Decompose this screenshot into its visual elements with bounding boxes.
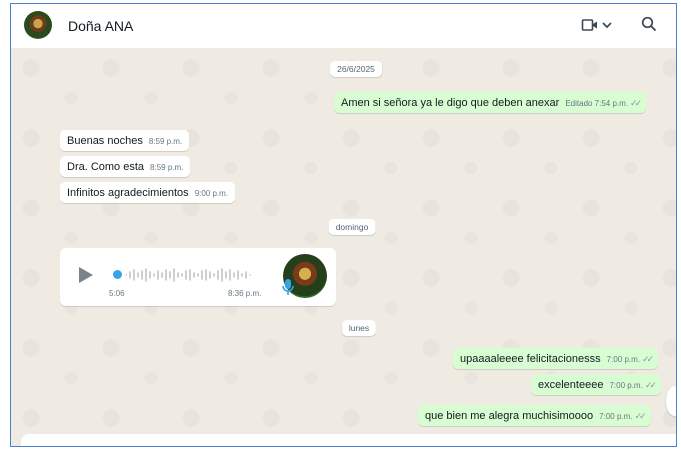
message-meta: 8:59 p.m.	[150, 163, 184, 172]
message-text: Amen si señora ya le digo que deben anex…	[341, 97, 560, 109]
date-divider: lunes	[341, 320, 377, 336]
message-text: upaaaaleeee felicitacionesss	[460, 353, 601, 365]
message-text: excelenteeee	[538, 379, 604, 391]
date-divider: domingo	[328, 219, 376, 235]
message-list[interactable]: 26/6/2025 Amen si señora ya le digo que …	[11, 48, 676, 446]
chevron-down-icon[interactable]	[601, 18, 613, 36]
microphone-icon	[281, 278, 295, 301]
read-receipt-icon: ✓✓	[642, 354, 654, 364]
message-meta: 9:00 p.m.	[194, 189, 229, 198]
contact-name[interactable]: Doña ANA	[68, 18, 133, 34]
contact-avatar[interactable]	[24, 11, 52, 39]
video-call-icon[interactable]	[581, 17, 599, 38]
chat-header: Doña ANA	[11, 4, 676, 48]
message-incoming[interactable]: Infinitos agradecimientos 9:00 p.m.	[60, 182, 236, 203]
message-text: Dra. Como esta	[67, 161, 145, 173]
message-outgoing[interactable]: Amen si señora ya le digo que deben anex…	[334, 92, 647, 113]
read-receipt-icon: ✓✓	[630, 98, 642, 108]
message-incoming[interactable]: Buenas noches 8:59 p.m.	[60, 130, 190, 151]
message-meta: 7:00 p.m.	[609, 381, 643, 390]
message-meta: Editado 7:54 p.m.	[565, 99, 629, 108]
voice-message[interactable]: 5:06 8:36 p.m.	[60, 248, 336, 306]
voice-timestamp: 8:36 p.m.	[228, 289, 262, 298]
chat-window: Doña ANA 26/6/2025 Amen si señora ya le …	[10, 3, 677, 447]
search-icon[interactable]	[641, 16, 657, 37]
message-text: que bien me alegra muchisimoooo	[425, 410, 594, 422]
read-receipt-icon: ✓✓	[644, 380, 657, 390]
date-divider: 26/6/2025	[330, 61, 382, 77]
message-incoming[interactable]: Dra. Como esta 8:59 p.m.	[60, 156, 191, 177]
message-text: Buenas noches	[67, 135, 143, 147]
message-text: Infinitos agradecimientos	[67, 187, 189, 199]
message-meta: 7:00 p.m.	[599, 412, 633, 421]
message-meta: 7:00 p.m.	[606, 355, 641, 364]
scroll-down-button[interactable]	[666, 386, 676, 416]
voice-duration: 5:06	[109, 289, 125, 298]
read-receipt-icon: ✓✓	[634, 411, 647, 421]
playback-position[interactable]	[113, 270, 122, 279]
message-outgoing[interactable]: excelenteeee 7:00 p.m. ✓✓	[531, 374, 661, 395]
message-outgoing[interactable]: que bien me alegra muchisimoooo 7:00 p.m.…	[418, 405, 651, 426]
message-composer[interactable]	[21, 434, 676, 446]
waveform[interactable]	[124, 267, 254, 283]
play-icon[interactable]	[78, 266, 94, 289]
message-outgoing[interactable]: upaaaaleeee felicitacionesss 7:00 p.m. ✓✓	[453, 348, 659, 369]
message-meta: 8:59 p.m.	[148, 137, 183, 146]
